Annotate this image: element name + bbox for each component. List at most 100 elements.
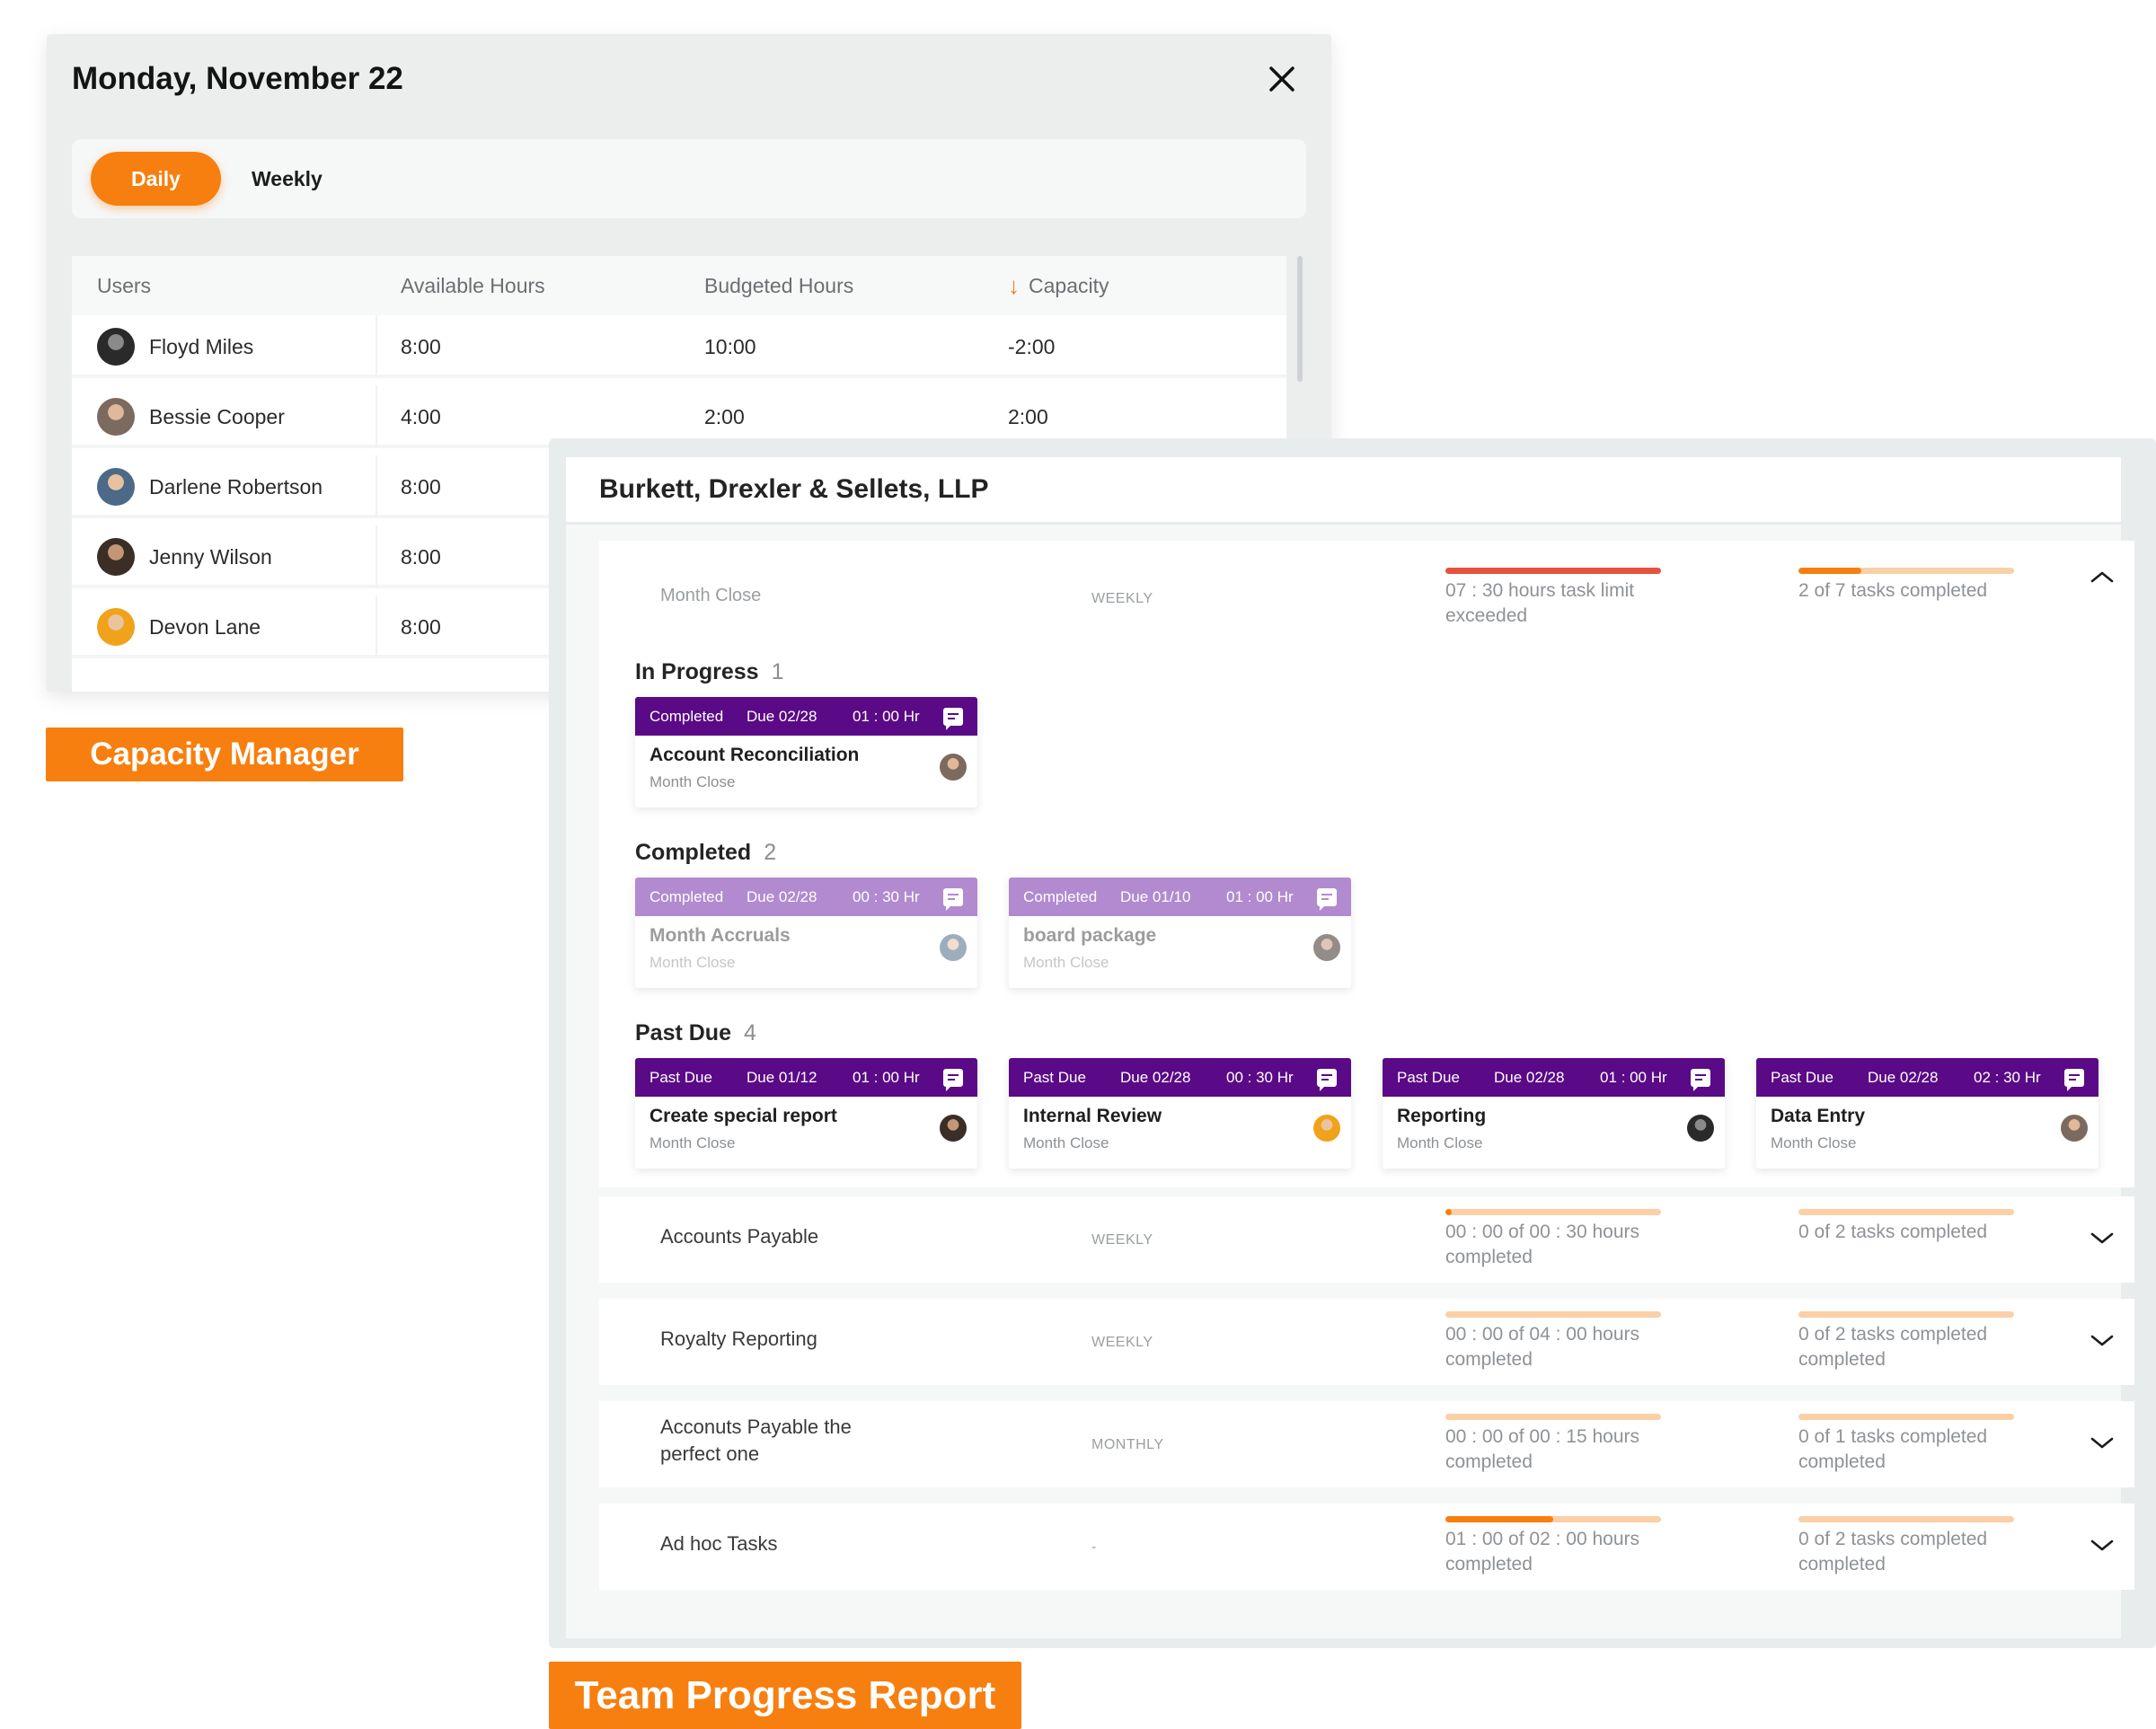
task-card[interactable]: Past Due Due 02/28 02 : 30 Hr Data Entry…	[1756, 1058, 2099, 1169]
tasks-status-text: 0 of 2 tasks completed completed	[1798, 1529, 1988, 1575]
daily-tab[interactable]: Daily	[91, 152, 221, 206]
comment-icon[interactable]	[943, 708, 963, 730]
avatar	[1687, 1115, 1714, 1142]
view-toggle: Daily Weekly	[72, 139, 1306, 218]
task-card[interactable]: Past Due Due 02/28 00 : 30 Hr Internal R…	[1009, 1058, 1351, 1169]
expand-button[interactable]	[2088, 1433, 2116, 1451]
task-name: Internal Review	[1023, 1106, 1162, 1126]
collapse-button[interactable]	[2088, 568, 2116, 586]
close-button[interactable]	[1264, 61, 1300, 97]
capacity-cell: -2:00	[1008, 334, 1056, 358]
hours-status-text: 00 : 00 of 00 : 30 hours completed	[1445, 1222, 1639, 1267]
avatar	[97, 328, 135, 366]
user-cell: Floyd Miles	[97, 315, 253, 378]
section-name[interactable]: Ad hoc Tasks	[660, 1531, 876, 1557]
hours-progress-fill	[1445, 1209, 1453, 1215]
avatar	[97, 398, 135, 436]
tasks-progress-bar	[1798, 1516, 2014, 1522]
screenshot-canvas: Monday, November 22 Daily Weekly Users A…	[0, 0, 2156, 1729]
task-name: Reporting	[1397, 1106, 1487, 1126]
group-count: 4	[743, 1020, 756, 1045]
tasks-progress-fill	[1798, 568, 1861, 574]
workflow-section: Royalty Reporting WEEKLY 00 : 00 of 04 :…	[599, 1299, 2134, 1385]
task-hours: 01 : 00 Hr	[1600, 1068, 1667, 1086]
task-workflow: Month Close	[649, 1134, 736, 1151]
column-header-capacity-label: Capacity	[1029, 273, 1109, 297]
avatar	[940, 754, 967, 781]
report-body: Month Close WEEKLY 07 : 30 hours task li…	[566, 525, 2134, 1638]
task-due-date: Due 01/10	[1120, 887, 1191, 905]
hours-progress-bar	[1445, 1414, 1661, 1420]
section-frequency: WEEKLY	[1091, 1335, 1153, 1350]
task-workflow: Month Close	[1023, 954, 1109, 971]
section-name[interactable]: Month Close	[660, 582, 876, 609]
task-hours: 02 : 30 Hr	[1974, 1068, 2041, 1086]
comment-icon[interactable]	[943, 888, 963, 911]
expand-button[interactable]	[2088, 1229, 2116, 1247]
task-card[interactable]: Past Due Due 02/28 01 : 00 Hr Reporting …	[1383, 1058, 1725, 1169]
expand-button[interactable]	[2088, 1331, 2116, 1349]
expand-button[interactable]	[2088, 1536, 2116, 1554]
table-scrollbar[interactable]	[1297, 256, 1303, 382]
workflow-section: Accounts Payable WEEKLY 00 : 00 of 00 : …	[599, 1196, 2134, 1283]
task-due-date: Due 02/28	[1868, 1068, 1939, 1086]
task-hours: 00 : 30 Hr	[853, 887, 920, 905]
section-name[interactable]: Accounts Payable	[660, 1223, 876, 1250]
task-card[interactable]: Completed Due 01/10 01 : 00 Hr board pac…	[1009, 878, 1351, 988]
group-title-label: Past Due	[635, 1020, 731, 1045]
avatar	[97, 608, 135, 646]
column-divider	[376, 315, 377, 378]
task-workflow: Month Close	[649, 773, 736, 790]
chevron-up-icon	[2088, 568, 2116, 586]
comment-icon[interactable]	[2064, 1069, 2084, 1091]
column-header-available-hours[interactable]: Available Hours	[401, 256, 545, 315]
task-card[interactable]: Past Due Due 01/12 01 : 00 Hr Create spe…	[635, 1058, 977, 1169]
task-hours: 01 : 00 Hr	[1226, 887, 1294, 905]
workflow-section: Acconuts Payable the perfect one MONTHLY…	[599, 1401, 2134, 1487]
comment-icon[interactable]	[943, 1069, 963, 1091]
tasks-status-text: 0 of 1 tasks completed completed	[1798, 1426, 1988, 1472]
task-due-date: Due 01/12	[747, 1068, 817, 1086]
task-due-date: Due 02/28	[747, 887, 817, 905]
hours-status-text: 00 : 00 of 00 : 15 hours completed	[1445, 1426, 1639, 1472]
comment-icon[interactable]	[1317, 1069, 1337, 1091]
task-hours: 01 : 00 Hr	[853, 707, 920, 725]
task-name: Create special report	[649, 1106, 837, 1126]
column-header-capacity[interactable]: ↓ Capacity	[1008, 256, 1109, 315]
task-card[interactable]: Completed Due 02/28 01 : 00 Hr Account R…	[635, 697, 977, 807]
task-group-title: Past Due 4	[635, 1020, 756, 1046]
task-card-header: Past Due Due 01/12 01 : 00 Hr	[635, 1058, 977, 1097]
avatar	[940, 1115, 967, 1142]
chevron-down-icon	[2088, 1229, 2116, 1247]
task-status: Past Due	[649, 1068, 712, 1086]
task-card[interactable]: Completed Due 02/28 00 : 30 Hr Month Acc…	[635, 878, 977, 988]
comment-icon[interactable]	[1691, 1069, 1710, 1091]
column-header-budgeted-hours[interactable]: Budgeted Hours	[704, 256, 853, 315]
page-title: Monday, November 22	[72, 61, 403, 96]
tasks-progress-bar	[1798, 568, 2014, 574]
comment-icon[interactable]	[1317, 888, 1337, 911]
section-frequency: MONTHLY	[1091, 1437, 1164, 1452]
tasks-progress-bar	[1798, 1414, 2014, 1420]
available-hours-cell: 8:00	[401, 474, 441, 498]
user-name: Darlene Robertson	[149, 474, 323, 498]
section-frequency: WEEKLY	[1091, 1232, 1153, 1248]
task-card-header: Completed Due 02/28 00 : 30 Hr	[635, 878, 977, 916]
task-due-date: Due 02/28	[1494, 1068, 1565, 1086]
tasks-status-text: 0 of 2 tasks completed	[1798, 1222, 1988, 1242]
tasks-status-text: 0 of 2 tasks completed completed	[1798, 1324, 1988, 1370]
hours-progress-bar	[1445, 1311, 1661, 1318]
avatar	[1313, 1115, 1340, 1142]
task-group-title: Completed 2	[635, 840, 776, 866]
column-header-users[interactable]: Users	[97, 256, 151, 315]
capacity-manager-label: Capacity Manager	[46, 728, 403, 781]
weekly-tab[interactable]: Weekly	[252, 152, 323, 206]
user-cell: Darlene Robertson	[97, 455, 323, 518]
section-name[interactable]: Royalty Reporting	[660, 1326, 876, 1353]
table-row[interactable]: Floyd Miles 8:00 10:00 -2:00	[72, 315, 1286, 378]
chevron-down-icon	[2088, 1536, 2116, 1554]
section-frequency: -	[1091, 1539, 1097, 1555]
section-name[interactable]: Acconuts Payable the perfect one	[660, 1414, 876, 1468]
hours-status-text: 01 : 00 of 02 : 00 hours completed	[1445, 1529, 1639, 1575]
column-divider	[376, 595, 377, 658]
